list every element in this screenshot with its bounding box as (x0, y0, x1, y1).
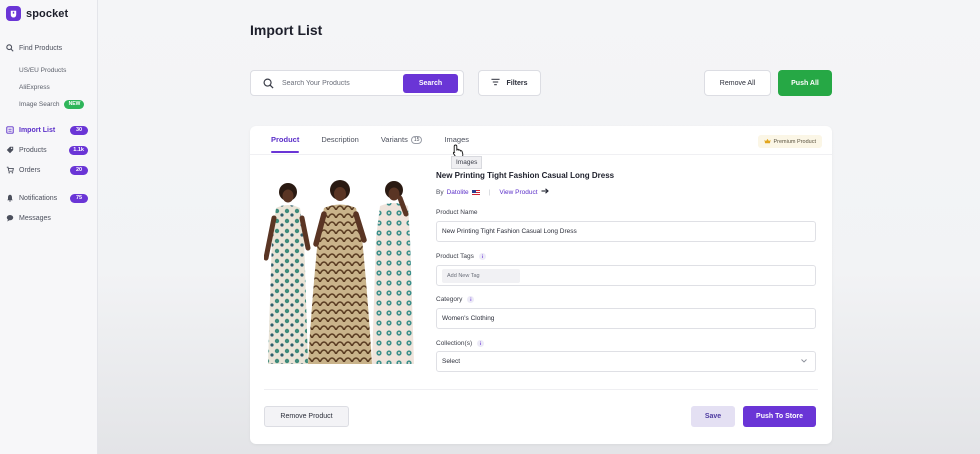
sidebar-subitem-aliexpress[interactable]: AliExpress (0, 78, 97, 96)
sidebar-item-messages[interactable]: Messages (0, 209, 97, 227)
tag-icon (5, 146, 14, 155)
collections-label: Collection(s) i (436, 340, 485, 347)
product-tags-field: Add New Tag (436, 265, 816, 286)
push-all-button[interactable]: Push All (778, 70, 832, 96)
category-label: Category i (436, 296, 475, 303)
sidebar-item-label: Orders (19, 166, 41, 174)
sidebar-item-notifications[interactable]: Notifications 75 (0, 189, 97, 207)
list-icon (5, 126, 14, 135)
page-title: Import List (250, 22, 323, 38)
spocket-logo-icon (6, 6, 21, 21)
add-tag-input[interactable]: Add New Tag (442, 268, 520, 283)
sidebar-subitem-label: Image Search (19, 100, 60, 108)
us-flag-icon (471, 189, 480, 195)
save-button[interactable]: Save (691, 406, 735, 427)
filter-icon (491, 78, 501, 88)
sidebar: spocket Find Products US/EU Products Ali… (0, 0, 98, 454)
field-label-text: Product Name (436, 209, 478, 216)
product-image[interactable] (264, 178, 414, 368)
supplier-line: By Datolite | View Product (436, 188, 549, 196)
tab-label: Variants (380, 135, 408, 144)
sidebar-subitem-label: AliExpress (19, 83, 50, 91)
sidebar-item-orders[interactable]: Orders 20 (0, 161, 97, 179)
tab-product[interactable]: Product (271, 135, 300, 153)
product-tags-label: Product Tags i (436, 253, 486, 260)
search-button[interactable]: Search (403, 74, 458, 93)
product-name-input[interactable]: New Printing Tight Fashion Casual Long D… (436, 221, 816, 242)
filters-button[interactable]: Filters (478, 70, 541, 96)
sidebar-subitem-image-search[interactable]: Image Search NEW (0, 95, 97, 113)
remove-all-button[interactable]: Remove All (704, 70, 771, 96)
separator: | (488, 188, 491, 196)
sidebar-item-label: Find Products (19, 44, 63, 52)
info-icon[interactable]: i (467, 296, 475, 303)
sidebar-subitem-us-eu-products[interactable]: US/EU Products (0, 61, 97, 79)
tab-description[interactable]: Description (321, 135, 359, 153)
count-badge: 20 (70, 165, 88, 175)
info-icon[interactable]: i (478, 253, 486, 260)
field-label-text: Category (436, 296, 463, 303)
count-badge: 30 (70, 125, 88, 135)
category-input[interactable]: Women's Clothing (436, 308, 816, 329)
sidebar-item-find-products[interactable]: Find Products (0, 39, 97, 57)
tab-label: Images (444, 135, 469, 144)
tab-divider (250, 154, 832, 155)
tab-label: Product (271, 135, 300, 144)
remove-product-button[interactable]: Remove Product (264, 406, 349, 427)
select-value: Select (442, 358, 461, 365)
tab-variants[interactable]: Variants 15 (381, 135, 423, 153)
count-badge: 75 (70, 193, 88, 203)
filters-label: Filters (506, 79, 528, 87)
info-icon[interactable]: i (477, 340, 485, 347)
sidebar-item-label: Messages (19, 214, 51, 222)
premium-product-badge: Premium Product (757, 135, 822, 148)
product-card: Product Description Variants 15 Images I… (250, 126, 832, 444)
by-prefix: By (436, 188, 444, 196)
sidebar-item-label: Import List (19, 126, 56, 134)
search-icon (263, 78, 274, 89)
variants-count-badge: 15 (410, 135, 423, 144)
tab-label: Description (321, 135, 359, 144)
sidebar-item-products[interactable]: Products 1.1k (0, 141, 97, 159)
arrow-right-icon (541, 188, 549, 196)
new-badge: NEW (64, 99, 85, 109)
crown-icon (763, 138, 771, 146)
supplier-link[interactable]: Datolite (447, 189, 469, 196)
field-label-text: Product Tags (436, 253, 474, 260)
divider (264, 389, 818, 390)
bell-icon (5, 194, 14, 203)
sidebar-item-label: Notifications (19, 194, 58, 202)
chevron-down-icon (801, 358, 807, 365)
chat-icon (5, 214, 14, 223)
push-to-store-button[interactable]: Push To Store (743, 406, 816, 427)
premium-label: Premium Product (773, 138, 817, 145)
view-product-link[interactable]: View Product (499, 189, 537, 196)
images-tooltip: Images (451, 156, 483, 169)
search-icon (5, 44, 14, 53)
logo[interactable]: spocket (6, 6, 68, 21)
product-name-label: Product Name (436, 209, 478, 216)
sidebar-item-import-list[interactable]: Import List 30 (0, 121, 97, 139)
sidebar-item-label: Products (19, 146, 47, 154)
search-bar: Search (250, 70, 464, 96)
collections-select[interactable]: Select (436, 351, 816, 372)
logo-text: spocket (26, 7, 69, 20)
product-title: New Printing Tight Fashion Casual Long D… (436, 171, 615, 180)
cart-icon (5, 166, 14, 175)
count-badge: 1.1k (69, 145, 88, 155)
field-label-text: Collection(s) (436, 340, 473, 347)
sidebar-subitem-label: US/EU Products (19, 66, 67, 74)
